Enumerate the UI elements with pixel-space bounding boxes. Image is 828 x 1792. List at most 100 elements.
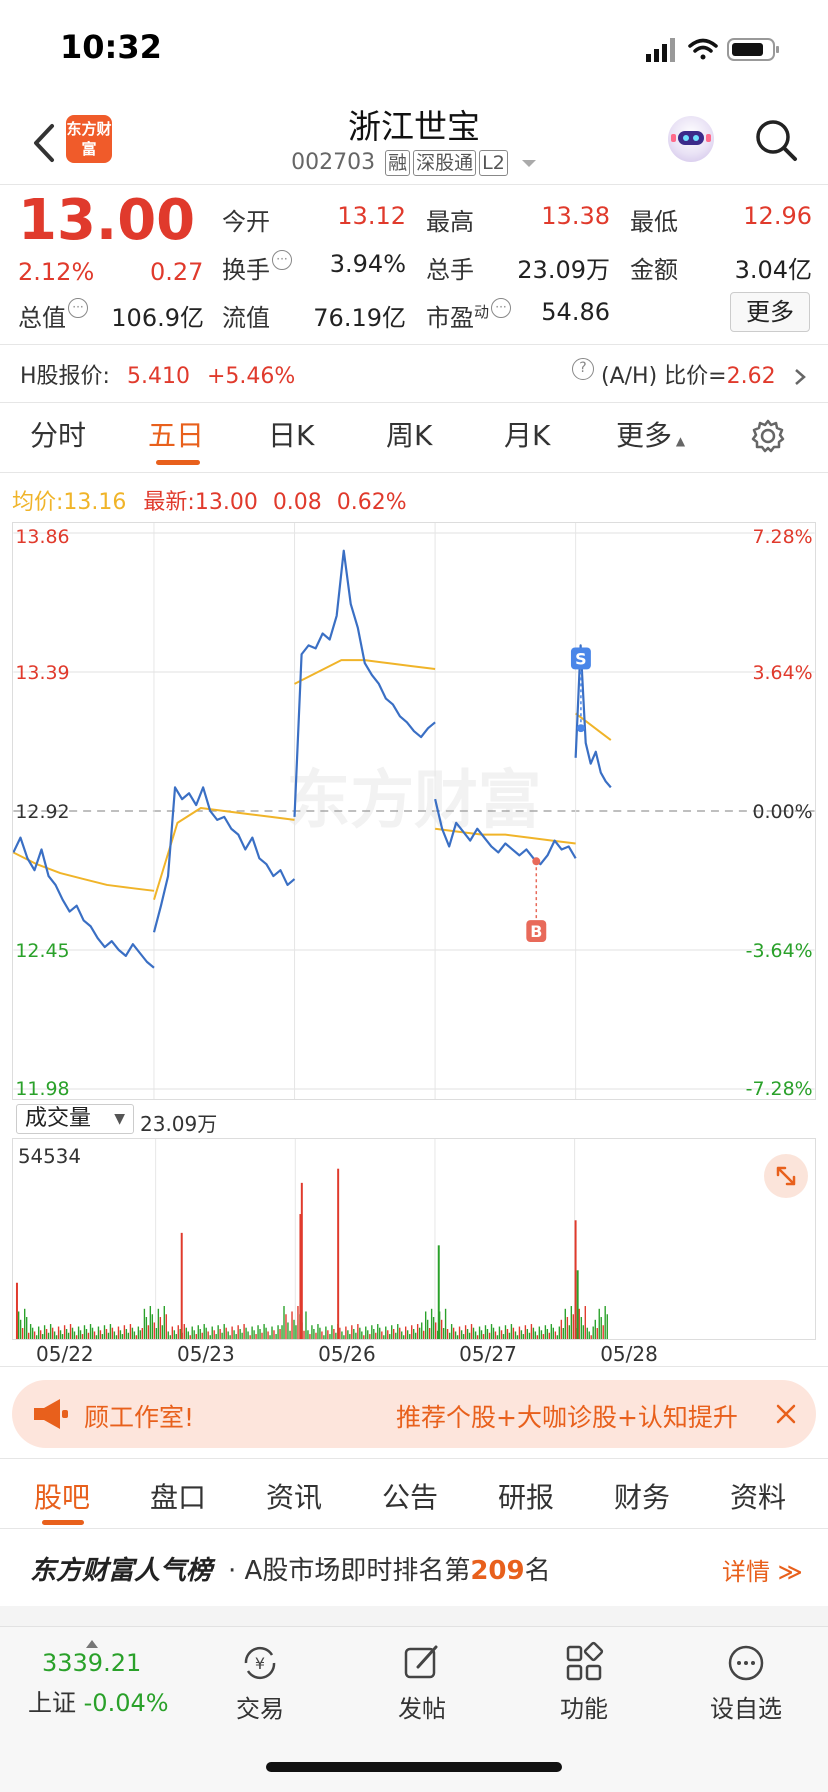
- volume-bar: [173, 1330, 175, 1339]
- volume-bar: [137, 1326, 140, 1339]
- volume-bar: [389, 1334, 391, 1339]
- tab-monthly-k[interactable]: 月K: [504, 414, 550, 454]
- volume-bar: [125, 1329, 128, 1339]
- volume-label: 总手: [426, 256, 474, 284]
- volume-bar: [153, 1322, 155, 1339]
- volume-bar: [305, 1311, 307, 1339]
- volume-indicator-select[interactable]: 成交量 ▼: [16, 1104, 134, 1134]
- volume-bar: [550, 1324, 553, 1339]
- index-info[interactable]: 上证 -0.04%: [28, 1683, 169, 1718]
- volume-bar: [145, 1317, 148, 1339]
- more-button[interactable]: 更多: [730, 292, 810, 332]
- volume-bar: [75, 1335, 78, 1339]
- volume-bar: [377, 1324, 379, 1339]
- tab-five-day[interactable]: 五日: [148, 414, 204, 454]
- volume-bar: [512, 1327, 515, 1339]
- tab-profile[interactable]: 资料: [730, 1476, 786, 1516]
- volume-bar: [329, 1334, 331, 1339]
- tab-research[interactable]: 研报: [498, 1476, 554, 1516]
- avg-value: 13.16: [63, 490, 127, 515]
- marker-label-b: B: [530, 922, 542, 941]
- volume-bar: [365, 1326, 367, 1339]
- hk-quote-row[interactable]: H股报价: 5.410 +5.46%: [20, 358, 295, 390]
- volume-bar: [213, 1330, 215, 1339]
- volume-bar: [59, 1330, 62, 1339]
- index-value[interactable]: 3339.21: [42, 1649, 141, 1677]
- volume-bar: [175, 1334, 177, 1339]
- volume-bar: [73, 1331, 76, 1339]
- volume-bar: [297, 1306, 299, 1339]
- five-day-price-chart[interactable]: 东方财富 S B 13.86 7.28% 13.39 3.64% 12.92 0.00% 12…: [12, 522, 816, 1100]
- volume-bar: [245, 1327, 247, 1339]
- volume-bar: [367, 1330, 369, 1339]
- volume-bar: [201, 1332, 203, 1339]
- quote-divider: [0, 344, 828, 345]
- volume-bar: [397, 1324, 399, 1339]
- volume-bar: [185, 1327, 187, 1339]
- volume-bar: [448, 1332, 451, 1339]
- volume-bar: [399, 1327, 401, 1339]
- volume-bar: [97, 1326, 100, 1339]
- volume-bar: [249, 1335, 251, 1339]
- tab-pankou[interactable]: 盘口: [150, 1476, 206, 1516]
- volume-bar: [229, 1335, 231, 1339]
- pe-label[interactable]: 市盈动 ···: [426, 298, 512, 333]
- volume-bar: [323, 1335, 325, 1339]
- functions-button[interactable]: 功能: [524, 1641, 644, 1724]
- volume-bar: [117, 1326, 120, 1339]
- volume-spike: [337, 1168, 340, 1339]
- volume-bar: [428, 1328, 431, 1339]
- megaphone-icon: [34, 1399, 68, 1429]
- assistant-avatar-icon[interactable]: [668, 116, 714, 162]
- change-amount: 0.27: [150, 258, 204, 286]
- tab-guba[interactable]: 股吧: [34, 1476, 90, 1516]
- tab-news[interactable]: 资讯: [266, 1476, 322, 1516]
- volume-bar: [486, 1329, 489, 1339]
- popularity-rank[interactable]: 东方财富人气榜 · A股市场即时排名第209名 详情 ≫: [0, 1530, 828, 1606]
- ah-ratio[interactable]: ? (A/H) 比价=2.62: [570, 358, 807, 390]
- promo-banner[interactable]: 顾工作室! 推荐个股+大咖诊股+认知提升: [12, 1380, 816, 1448]
- volume-bar: [259, 1329, 261, 1339]
- volume-bar: [235, 1334, 237, 1339]
- volume-bar: [590, 1335, 592, 1339]
- tab-finance[interactable]: 财务: [614, 1476, 670, 1516]
- change-percent: 2.12%: [18, 258, 95, 286]
- settings-gear-icon[interactable]: [750, 418, 786, 454]
- volume-bar: [361, 1331, 363, 1339]
- post-button[interactable]: 发帖: [362, 1641, 482, 1724]
- volume-bar: [99, 1330, 102, 1339]
- volume-bar: [279, 1329, 281, 1339]
- tab-more[interactable]: 更多 ▲: [616, 414, 685, 454]
- volume-bar: [345, 1326, 347, 1339]
- volume-bar: [315, 1332, 317, 1339]
- volume-spike: [15, 1282, 18, 1339]
- volume-bar: [139, 1330, 142, 1339]
- volume-bar: [295, 1325, 297, 1339]
- expand-icon[interactable]: [764, 1154, 808, 1198]
- mktcap-label[interactable]: 总值 ···: [18, 298, 88, 333]
- volume-bar: [466, 1329, 469, 1339]
- tab-intraday[interactable]: 分时: [30, 414, 86, 454]
- close-icon[interactable]: [774, 1402, 798, 1426]
- volume-bar: [161, 1325, 164, 1339]
- volume-bar: [572, 1314, 575, 1339]
- volume-bar: [133, 1331, 136, 1339]
- tab-weekly-k[interactable]: 周K: [386, 414, 432, 454]
- volume-bar: [343, 1335, 345, 1339]
- volume-bar: [187, 1331, 189, 1339]
- volume-bar: [85, 1329, 88, 1339]
- tab-daily-k[interactable]: 日K: [268, 414, 314, 454]
- volume-bar: [540, 1330, 543, 1339]
- volume-bar: [47, 1332, 50, 1339]
- volume-bar: [325, 1326, 327, 1339]
- search-icon[interactable]: [752, 116, 800, 164]
- trade-button[interactable]: ¥ 交易: [200, 1641, 320, 1724]
- trade-icon: ¥: [244, 1646, 276, 1680]
- turnover-label[interactable]: 换手 ···: [222, 250, 292, 285]
- tabs-divider: [0, 472, 828, 473]
- chart-divider: [0, 1366, 828, 1367]
- rank-details-link[interactable]: 详情 ≫: [722, 1552, 803, 1587]
- volume-chart[interactable]: 54534: [12, 1138, 816, 1340]
- tab-announcement[interactable]: 公告: [382, 1476, 438, 1516]
- add-watchlist-button[interactable]: 设自选: [686, 1641, 806, 1724]
